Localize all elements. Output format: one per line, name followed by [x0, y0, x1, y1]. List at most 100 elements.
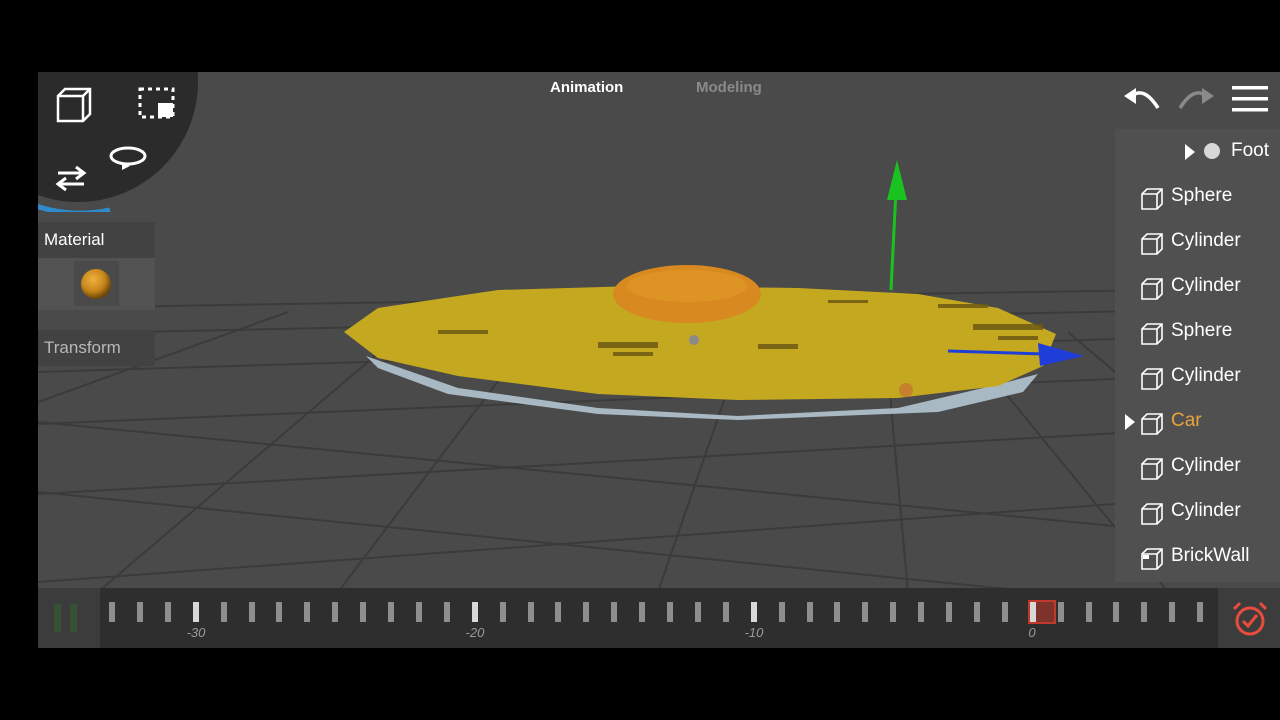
- scene-outliner: Foot Sphere Cylinder Cylinder Sphere Cyl…: [1115, 129, 1280, 582]
- sphere-node-icon: [1204, 143, 1220, 159]
- timeline-label: -30: [186, 625, 206, 640]
- outliner-item-car[interactable]: Car: [1115, 399, 1280, 444]
- timeline-tick: [834, 602, 841, 622]
- app-window: Animation Modeling Material Transform Fo…: [38, 72, 1280, 648]
- timeline-tick: [1029, 602, 1036, 622]
- timeline-tick: [499, 602, 506, 622]
- timeline-tick: [973, 602, 980, 622]
- outliner-item-cylinder[interactable]: Cylinder: [1115, 444, 1280, 489]
- material-slot[interactable]: [38, 258, 155, 310]
- mesh-icon: [1141, 413, 1163, 435]
- mesh-icon: [1141, 188, 1163, 210]
- textured-mesh-icon: [1141, 548, 1163, 570]
- timeline-tick: [304, 602, 311, 622]
- timeline-tick: [611, 602, 618, 622]
- mesh-icon: [1141, 368, 1163, 390]
- timeline-tick: [360, 602, 367, 622]
- timeline-tick: [555, 602, 562, 622]
- timeline-tick: [415, 602, 422, 622]
- outliner-item-sphere[interactable]: Sphere: [1115, 309, 1280, 354]
- redo-icon[interactable]: [1176, 86, 1214, 117]
- timeline-tick: [946, 602, 952, 622]
- timeline-tick: [192, 602, 199, 622]
- timeline-tick: [276, 602, 283, 622]
- timeline-tick: [388, 602, 394, 622]
- timeline-label: -20: [465, 625, 485, 640]
- timeline-label: 0: [1028, 625, 1036, 640]
- timeline-tick: [136, 602, 143, 622]
- timeline-tick: [750, 602, 757, 622]
- timeline-bar[interactable]: -30 -20 -10 0: [38, 588, 1280, 648]
- undo-icon[interactable]: [1124, 86, 1162, 117]
- timeline-tick: [1085, 602, 1092, 622]
- outliner-item-label: Cylinder: [1171, 365, 1241, 386]
- outliner-item-label: Car: [1171, 410, 1202, 431]
- timeline-tick: [443, 602, 450, 622]
- outliner-item-label: Cylinder: [1171, 230, 1241, 251]
- timeline-tick: [667, 602, 673, 622]
- timeline-tick: [164, 602, 171, 622]
- outliner-item-label: Foot: [1231, 140, 1270, 161]
- expand-arrow-icon[interactable]: [1185, 144, 1195, 160]
- timeline-tick: [1197, 602, 1204, 622]
- tab-animation[interactable]: Animation: [550, 79, 623, 96]
- timeline-tick: [1169, 602, 1176, 622]
- outliner-item-label: Cylinder: [1171, 500, 1241, 521]
- material-header[interactable]: Material: [38, 222, 155, 258]
- timeline-tick: [806, 602, 813, 622]
- outliner-item-sphere[interactable]: Sphere: [1115, 174, 1280, 219]
- outliner-item-label: BrickWall: [1171, 545, 1250, 566]
- cube-icon[interactable]: [55, 86, 93, 129]
- outliner-item-brickwall[interactable]: BrickWall: [1115, 534, 1280, 579]
- timeline-tick: [862, 602, 869, 622]
- outliner-item-foot[interactable]: Foot: [1115, 129, 1280, 174]
- timeline-tick: [778, 602, 785, 622]
- timeline-tick: [332, 602, 339, 622]
- expand-arrow-icon[interactable]: [1125, 414, 1135, 430]
- timeline-tick: [1001, 602, 1008, 622]
- box-select-icon[interactable]: [138, 87, 176, 126]
- mesh-icon: [1141, 278, 1163, 300]
- mesh-icon: [1141, 458, 1163, 480]
- gizmo-x-handle[interactable]: [899, 383, 913, 397]
- keyframe-alarm-button[interactable]: [1218, 588, 1280, 648]
- timeline-tick: [918, 602, 925, 622]
- menu-icon[interactable]: [1232, 86, 1268, 117]
- timeline-tick: [890, 602, 897, 622]
- timeline-tick: [1057, 602, 1064, 622]
- outliner-item-cylinder[interactable]: Cylinder: [1115, 489, 1280, 534]
- transform-header[interactable]: Transform: [38, 330, 155, 366]
- timeline-tick: [1113, 602, 1120, 622]
- outliner-item-label: Cylinder: [1171, 455, 1241, 476]
- timeline-tick: [220, 602, 227, 622]
- mesh-icon: [1141, 503, 1163, 525]
- timeline-tick: [694, 602, 701, 622]
- transform-label: Transform: [44, 338, 121, 357]
- timeline-tick: [471, 602, 478, 622]
- timeline-tick: [722, 602, 729, 622]
- outliner-item-cylinder[interactable]: Cylinder: [1115, 354, 1280, 399]
- timeline-track[interactable]: -30 -20 -10 0: [100, 588, 1218, 648]
- outliner-item-cylinder[interactable]: Cylinder: [1115, 219, 1280, 264]
- outliner-item-cylinder[interactable]: Cylinder: [1115, 264, 1280, 309]
- 3d-viewport[interactable]: [38, 72, 1280, 588]
- timeline-label: -10: [744, 625, 764, 640]
- outliner-item-label: Sphere: [1171, 320, 1233, 341]
- mesh-icon: [1141, 323, 1163, 345]
- rotate-icon[interactable]: [108, 144, 148, 175]
- alarm-check-icon: [1232, 601, 1268, 636]
- play-pause-icon[interactable]: [50, 600, 84, 636]
- timeline-tick: [527, 602, 534, 622]
- outliner-item-label: Sphere: [1171, 185, 1233, 206]
- move-icon[interactable]: [54, 164, 88, 197]
- timeline-tick: [109, 602, 115, 622]
- timeline-tick: [583, 602, 590, 622]
- outliner-item-label: Cylinder: [1171, 275, 1241, 296]
- object-origin: [689, 335, 699, 345]
- tab-modeling[interactable]: Modeling: [696, 79, 762, 96]
- material-preview-icon: [81, 269, 111, 299]
- mesh-icon: [1141, 233, 1163, 255]
- material-swatch[interactable]: [74, 261, 119, 306]
- material-label: Material: [44, 230, 105, 249]
- timeline-tick: [1141, 602, 1148, 622]
